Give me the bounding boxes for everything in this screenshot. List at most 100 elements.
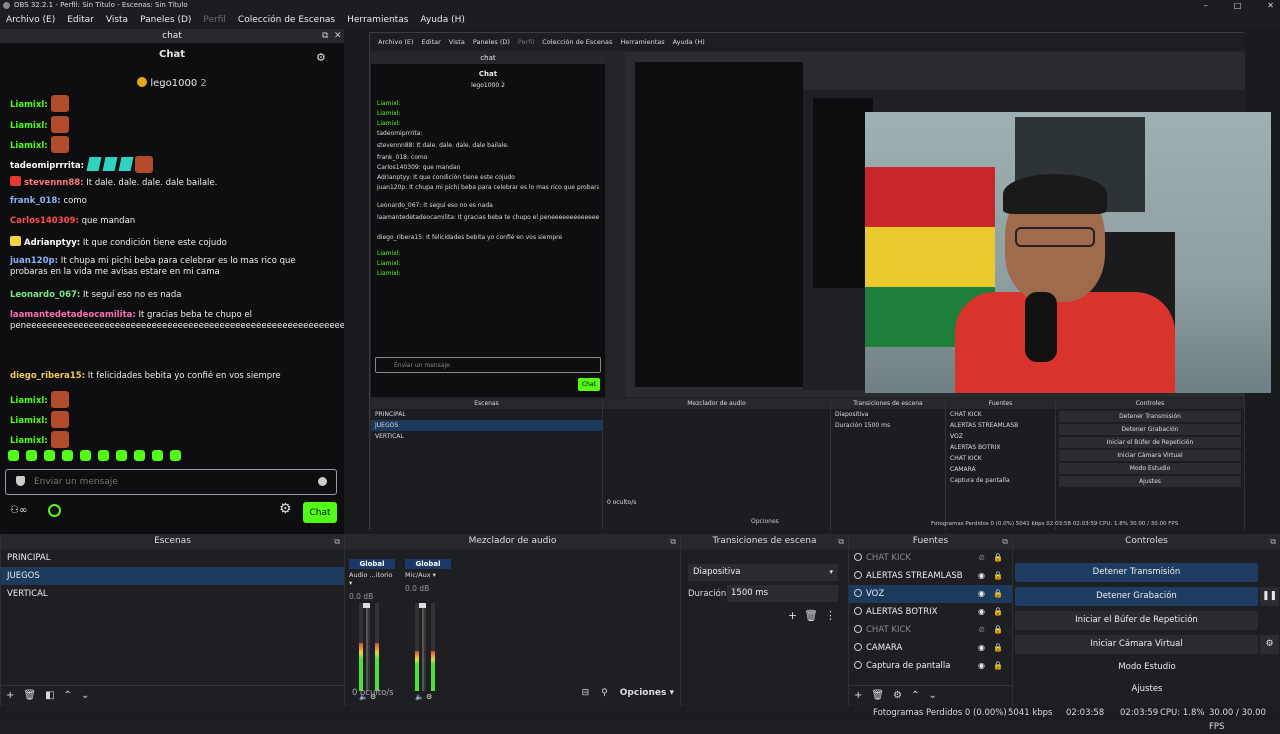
- eye-icon[interactable]: ◉: [978, 603, 985, 621]
- preview-canvas[interactable]: Archivo (E) Editar Vista Paneles (D) Perfil C…: [344, 29, 1280, 534]
- eye-icon[interactable]: ⊘: [978, 549, 985, 567]
- source-item[interactable]: CHAT KICK ⊘ 🔒: [849, 549, 1012, 567]
- lock-icon[interactable]: 🔒: [993, 657, 1003, 675]
- link-icon[interactable]: ⚲: [601, 688, 608, 698]
- control-button[interactable]: Ajustes: [1015, 680, 1279, 699]
- eye-icon[interactable]: ◉: [978, 567, 985, 585]
- chat-username[interactable]: Liamixl:: [10, 396, 48, 406]
- close-icon[interactable]: ✕: [1267, 0, 1274, 11]
- eye-icon[interactable]: ◉: [978, 639, 985, 657]
- lock-icon[interactable]: 🔒: [993, 585, 1003, 603]
- trash-icon[interactable]: 🗑: [871, 690, 884, 701]
- chat-username[interactable]: Carlos140309:: [10, 216, 79, 226]
- trash-icon[interactable]: 🗑: [23, 690, 36, 701]
- emoji-icon[interactable]: [318, 477, 327, 486]
- menu-item[interactable]: Editar: [61, 15, 100, 25]
- channel-device[interactable]: Audio ...itorio ▾: [349, 571, 395, 587]
- users-icon[interactable]: ⚇∞: [10, 505, 27, 516]
- lock-icon[interactable]: 🔒: [993, 567, 1003, 585]
- pinned-user[interactable]: lego1000 2: [0, 77, 344, 89]
- chat-username[interactable]: stevennn88:: [24, 178, 84, 188]
- minimize-icon[interactable]: –: [1204, 0, 1208, 11]
- control-button[interactable]: Iniciar Cámara Virtual: [1015, 635, 1258, 654]
- chat-username[interactable]: diego_ribera15:: [10, 371, 85, 381]
- emote-icon[interactable]: [98, 450, 109, 461]
- mute-icon[interactable]: 🔈 ⚙: [415, 693, 432, 701]
- menu-item[interactable]: Ayuda (H): [414, 15, 470, 25]
- eye-icon[interactable]: ⊘: [978, 621, 985, 639]
- chevron-down-icon[interactable]: ⌄: [81, 690, 89, 701]
- user-settings-icon[interactable]: ⚙: [316, 51, 326, 64]
- volume-slider[interactable]: [419, 603, 426, 608]
- trash-icon[interactable]: 🗑: [804, 609, 818, 622]
- menu-item[interactable]: Paneles (D): [134, 15, 197, 25]
- add-icon[interactable]: +: [788, 609, 797, 622]
- channel-device[interactable]: Mic/Aux ▾: [405, 571, 451, 579]
- more-icon[interactable]: ⋮: [825, 609, 836, 622]
- chat-username[interactable]: Liamixl:: [10, 100, 48, 110]
- scene-item[interactable]: JUEGOS: [1, 567, 344, 585]
- float-dock-icon[interactable]: ⧉: [1270, 534, 1276, 549]
- float-dock-icon[interactable]: ⧉: [334, 534, 340, 549]
- emote-icon[interactable]: [152, 450, 163, 461]
- emote-icon[interactable]: [26, 450, 37, 461]
- chat-send-button[interactable]: Chat: [303, 502, 337, 523]
- chat-username[interactable]: frank_018:: [10, 196, 61, 206]
- chat-username[interactable]: tadeomiprrrita:: [10, 161, 84, 171]
- scene-item[interactable]: PRINCIPAL: [1, 549, 344, 567]
- control-button[interactable]: Detener Transmisión: [1015, 563, 1258, 582]
- chat-username[interactable]: Liamixl:: [10, 416, 48, 426]
- emote-icon[interactable]: [134, 450, 145, 461]
- source-item[interactable]: Captura de pantalla ◉ 🔒: [849, 657, 1012, 675]
- filter-icon[interactable]: ◧: [45, 690, 54, 701]
- chat-username[interactable]: Leonardo_067:: [10, 290, 80, 300]
- source-item[interactable]: ALERTAS STREAMLASB ◉ 🔒: [849, 567, 1012, 585]
- gear-icon[interactable]: ⚙: [1260, 635, 1279, 654]
- menu-item[interactable]: Perfil: [197, 15, 232, 25]
- emote-icon[interactable]: [80, 450, 91, 461]
- chevron-up-icon[interactable]: ⌃: [911, 690, 919, 701]
- control-button[interactable]: Detener Grabación: [1015, 587, 1258, 606]
- pause-icon[interactable]: ❚❚: [1260, 587, 1279, 606]
- chat-username[interactable]: juan120p:: [10, 256, 58, 266]
- transition-select[interactable]: Diapositiva ▾: [688, 564, 838, 581]
- layout-icon[interactable]: ⊟: [582, 688, 590, 698]
- chevron-up-icon[interactable]: ⌃: [64, 690, 72, 701]
- add-icon[interactable]: +: [6, 690, 14, 701]
- float-dock-icon[interactable]: ⧉: [838, 534, 844, 549]
- add-icon[interactable]: +: [854, 690, 862, 701]
- chat-username[interactable]: laamantedetadeocamilita:: [10, 310, 136, 320]
- float-dock-icon[interactable]: ⧉: [322, 29, 328, 43]
- gear-icon[interactable]: ⚙: [279, 501, 292, 517]
- float-dock-icon[interactable]: ⧉: [1002, 534, 1008, 549]
- emote-icon[interactable]: [62, 450, 73, 461]
- close-dock-icon[interactable]: ✕: [334, 29, 342, 43]
- options-button[interactable]: Opciones ▾: [620, 688, 674, 698]
- chat-username[interactable]: Liamixl:: [10, 121, 48, 131]
- volume-slider[interactable]: [363, 603, 370, 608]
- scene-item[interactable]: VERTICAL: [1, 585, 344, 603]
- source-item[interactable]: CAMARA ◉ 🔒: [849, 639, 1012, 657]
- control-button[interactable]: Modo Estudio: [1015, 658, 1279, 677]
- eye-icon[interactable]: ◉: [978, 585, 985, 603]
- emote-icon[interactable]: [116, 450, 127, 461]
- chat-message-input[interactable]: [34, 473, 304, 491]
- lock-icon[interactable]: 🔒: [993, 621, 1003, 639]
- source-item[interactable]: CHAT KICK ⊘ 🔒: [849, 621, 1012, 639]
- menu-item[interactable]: Vista: [100, 15, 134, 25]
- lock-icon[interactable]: 🔒: [993, 639, 1003, 657]
- menu-item[interactable]: Colección de Escenas: [232, 15, 341, 25]
- menu-item[interactable]: Herramientas: [341, 15, 414, 25]
- gear-icon[interactable]: ⚙: [893, 690, 902, 701]
- emote-icon[interactable]: [170, 450, 181, 461]
- lock-icon[interactable]: 🔒: [993, 549, 1003, 567]
- control-button[interactable]: Iniciar el Búfer de Repetición: [1015, 611, 1258, 630]
- menu-item[interactable]: Archivo (E): [0, 15, 61, 25]
- emote-icon[interactable]: [8, 450, 19, 461]
- source-item[interactable]: ALERTAS BOTRIX ◉ 🔒: [849, 603, 1012, 621]
- chat-username[interactable]: Liamixl:: [10, 141, 48, 151]
- chevron-down-icon[interactable]: ⌄: [928, 690, 936, 701]
- float-dock-icon[interactable]: ⧉: [670, 534, 676, 549]
- duration-field[interactable]: 1500 ms: [727, 585, 838, 602]
- maximize-icon[interactable]: □: [1234, 0, 1242, 11]
